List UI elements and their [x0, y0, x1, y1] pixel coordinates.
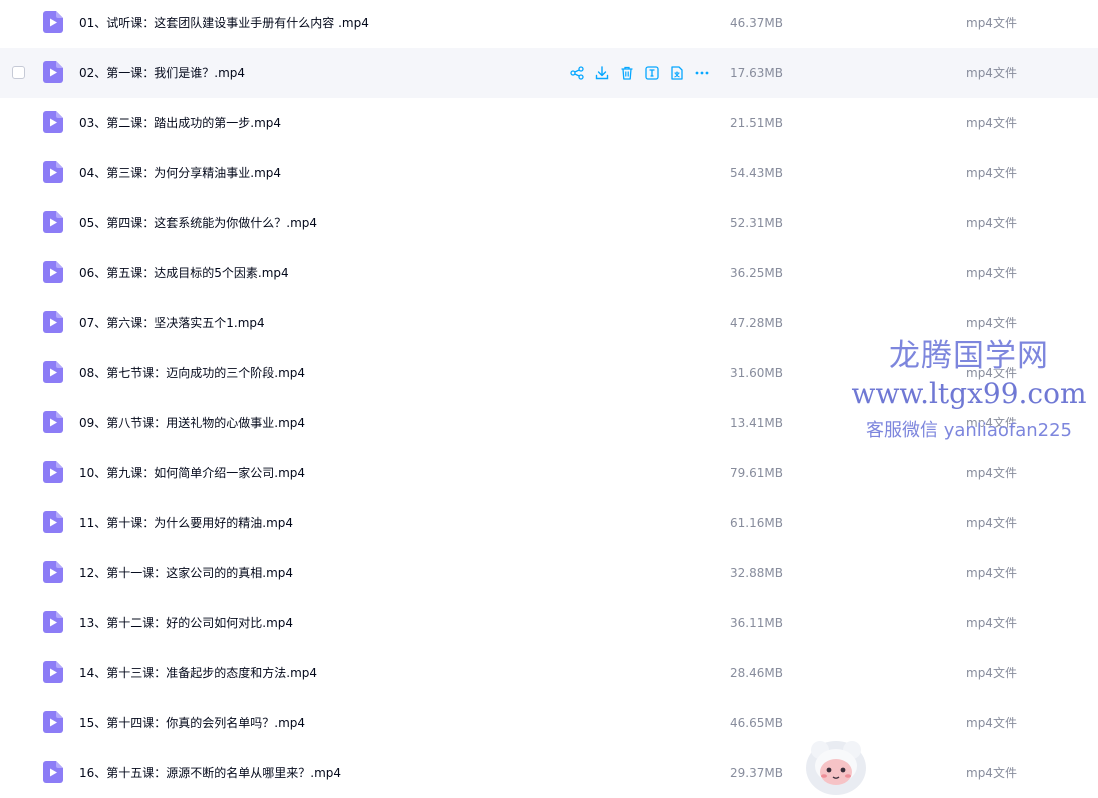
file-row[interactable]: 15、第十四课：你真的会列名单吗？.mp4 46.65MB mp4文件	[0, 698, 1098, 748]
file-type: mp4文件	[966, 266, 1017, 280]
file-row[interactable]: 01、试听课：这套团队建设事业手册有什么内容 .mp4 46.37MB mp4文件	[0, 0, 1098, 48]
file-name[interactable]: 09、第八节课：用送礼物的心做事业.mp4	[79, 398, 305, 448]
share-icon[interactable]	[569, 65, 585, 81]
file-type: mp4文件	[966, 516, 1017, 530]
file-name[interactable]: 02、第一课：我们是谁？.mp4	[79, 48, 245, 98]
file-size: 36.25MB	[730, 266, 783, 280]
rename-icon[interactable]	[644, 65, 660, 81]
file-size: 47.28MB	[730, 316, 783, 330]
file-name[interactable]: 03、第二课：踏出成功的第一步.mp4	[79, 98, 281, 148]
file-size: 17.63MB	[730, 66, 783, 80]
file-row[interactable]: 10、第九课：如何简单介绍一家公司.mp4 79.61MB mp4文件	[0, 448, 1098, 498]
video-file-icon	[43, 761, 63, 783]
video-file-icon	[43, 661, 63, 683]
file-name[interactable]: 14、第十三课：准备起步的态度和方法.mp4	[79, 648, 317, 698]
file-size: 52.31MB	[730, 216, 783, 230]
file-name[interactable]: 10、第九课：如何简单介绍一家公司.mp4	[79, 448, 305, 498]
file-type: mp4文件	[966, 366, 1017, 380]
file-name[interactable]: 13、第十二课：好的公司如何对比.mp4	[79, 598, 293, 648]
row-actions	[569, 65, 710, 81]
file-size: 46.37MB	[730, 16, 783, 30]
video-file-icon	[43, 711, 63, 733]
video-file-icon	[43, 211, 63, 233]
file-row[interactable]: 07、第六课：坚决落实五个1.mp4 47.28MB mp4文件	[0, 298, 1098, 348]
file-list: 01、试听课：这套团队建设事业手册有什么内容 .mp4 46.37MB mp4文件 0…	[0, 0, 1098, 798]
file-row[interactable]: 12、第十一课：这家公司的的真相.mp4 32.88MB mp4文件	[0, 548, 1098, 598]
file-size: 13.41MB	[730, 416, 783, 430]
file-size: 54.43MB	[730, 166, 783, 180]
file-size: 79.61MB	[730, 466, 783, 480]
file-row[interactable]: 11、第十课：为什么要用好的精油.mp4 61.16MB mp4文件	[0, 498, 1098, 548]
video-file-icon	[43, 461, 63, 483]
file-name[interactable]: 15、第十四课：你真的会列名单吗？.mp4	[79, 698, 305, 748]
video-file-icon	[43, 261, 63, 283]
file-name[interactable]: 08、第七节课：迈向成功的三个阶段.mp4	[79, 348, 305, 398]
file-type: mp4文件	[966, 766, 1017, 780]
file-name[interactable]: 06、第五课：达成目标的5个因素.mp4	[79, 248, 289, 298]
file-row[interactable]: 08、第七节课：迈向成功的三个阶段.mp4 31.60MB mp4文件	[0, 348, 1098, 398]
file-row[interactable]: 04、第三课：为何分享精油事业.mp4 54.43MB mp4文件	[0, 148, 1098, 198]
file-name[interactable]: 11、第十课：为什么要用好的精油.mp4	[79, 498, 293, 548]
file-type: mp4文件	[966, 166, 1017, 180]
file-type: mp4文件	[966, 16, 1017, 30]
file-type: mp4文件	[966, 566, 1017, 580]
delete-icon[interactable]	[619, 65, 635, 81]
video-file-icon	[43, 161, 63, 183]
file-size: 61.16MB	[730, 516, 783, 530]
file-row[interactable]: 14、第十三课：准备起步的态度和方法.mp4 28.46MB mp4文件	[0, 648, 1098, 698]
file-type: mp4文件	[966, 66, 1017, 80]
file-size: 29.37MB	[730, 766, 783, 780]
file-name[interactable]: 16、第十五课：源源不断的名单从哪里来？.mp4	[79, 748, 341, 798]
file-row[interactable]: 09、第八节课：用送礼物的心做事业.mp4 13.41MB mp4文件	[0, 398, 1098, 448]
video-file-icon	[43, 361, 63, 383]
file-type: mp4文件	[966, 466, 1017, 480]
file-type: mp4文件	[966, 616, 1017, 630]
file-row[interactable]: 03、第二课：踏出成功的第一步.mp4 21.51MB mp4文件	[0, 98, 1098, 148]
file-size: 46.65MB	[730, 716, 783, 730]
video-file-icon	[43, 611, 63, 633]
video-file-icon	[43, 111, 63, 133]
file-size: 28.46MB	[730, 666, 783, 680]
file-row[interactable]: 16、第十五课：源源不断的名单从哪里来？.mp4 29.37MB mp4文件	[0, 748, 1098, 798]
file-size: 32.88MB	[730, 566, 783, 580]
file-size: 31.60MB	[730, 366, 783, 380]
file-name[interactable]: 07、第六课：坚决落实五个1.mp4	[79, 298, 265, 348]
file-name[interactable]: 04、第三课：为何分享精油事业.mp4	[79, 148, 281, 198]
video-file-icon	[43, 561, 63, 583]
file-type: mp4文件	[966, 216, 1017, 230]
file-name[interactable]: 12、第十一课：这家公司的的真相.mp4	[79, 548, 293, 598]
file-type: mp4文件	[966, 116, 1017, 130]
download-icon[interactable]	[594, 65, 610, 81]
file-type: mp4文件	[966, 666, 1017, 680]
file-row[interactable]: 05、第四课：这套系统能为你做什么？.mp4 52.31MB mp4文件	[0, 198, 1098, 248]
file-name[interactable]: 05、第四课：这套系统能为你做什么？.mp4	[79, 198, 317, 248]
file-size: 21.51MB	[730, 116, 783, 130]
assistant-mascot-icon[interactable]	[800, 736, 872, 796]
file-type: mp4文件	[966, 416, 1017, 430]
file-row[interactable]: 02、第一课：我们是谁？.mp4 17.63MB mp4文件	[0, 48, 1098, 98]
select-checkbox[interactable]	[12, 66, 25, 79]
more-icon[interactable]	[694, 65, 710, 81]
video-file-icon	[43, 411, 63, 433]
file-size: 36.11MB	[730, 616, 783, 630]
video-file-icon	[43, 11, 63, 33]
video-file-icon	[43, 511, 63, 533]
video-file-icon	[43, 311, 63, 333]
file-type: mp4文件	[966, 716, 1017, 730]
video-file-icon	[43, 61, 63, 83]
file-name[interactable]: 01、试听课：这套团队建设事业手册有什么内容 .mp4	[79, 0, 369, 48]
file-type: mp4文件	[966, 316, 1017, 330]
file-row[interactable]: 06、第五课：达成目标的5个因素.mp4 36.25MB mp4文件	[0, 248, 1098, 298]
file-row[interactable]: 13、第十二课：好的公司如何对比.mp4 36.11MB mp4文件	[0, 598, 1098, 648]
translate-icon[interactable]	[669, 65, 685, 81]
